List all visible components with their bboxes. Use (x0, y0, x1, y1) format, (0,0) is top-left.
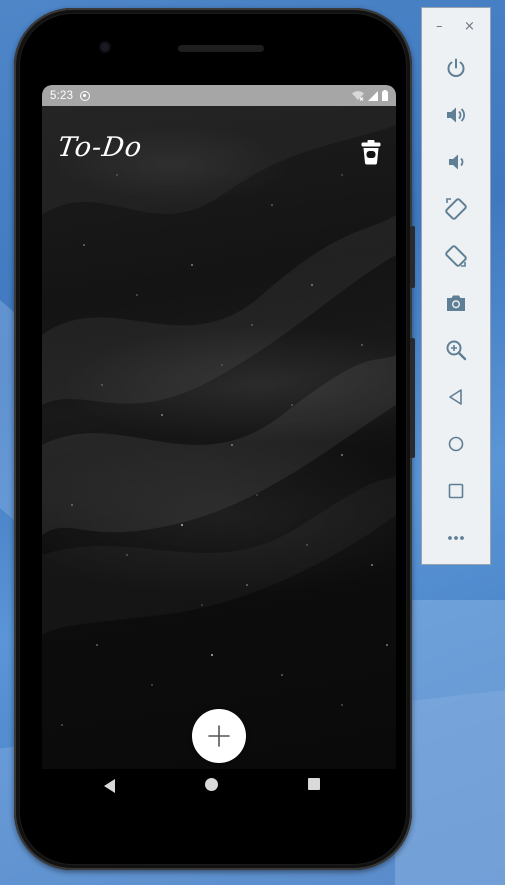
status-time: 5:23 (50, 89, 74, 102)
delete-all-button[interactable] (360, 139, 382, 165)
more-button[interactable] (444, 526, 468, 550)
camera-icon (447, 295, 465, 311)
front-camera (99, 41, 111, 53)
device-screen: 5:23 To-Do (42, 85, 396, 769)
back-triangle-icon (104, 779, 115, 793)
emulator-toolbar: – × (421, 7, 491, 565)
rotate-left-button[interactable] (444, 197, 468, 221)
volume-rocker (410, 226, 415, 288)
nav-recents-button[interactable] (308, 778, 320, 790)
power-icon (447, 58, 465, 77)
overview-icon (448, 483, 464, 499)
rotate-right-icon (445, 245, 467, 267)
plus-icon (208, 725, 230, 747)
power-button[interactable] (444, 56, 468, 80)
trash-icon (361, 140, 381, 165)
sand-dunes-wallpaper (42, 85, 396, 726)
more-icon (448, 536, 464, 540)
notification-app-icon (80, 90, 91, 101)
earpiece-speaker (178, 45, 264, 52)
screenshot-button[interactable] (444, 291, 468, 315)
back-button[interactable] (444, 385, 468, 409)
app-title: To-Do (55, 132, 145, 163)
close-button[interactable]: × (464, 20, 475, 33)
toolbar-window-controls: – × (422, 8, 490, 48)
volume-up-button[interactable] (444, 103, 468, 127)
home-icon (448, 436, 464, 452)
minimize-button[interactable]: – (436, 20, 443, 33)
status-bar: 5:23 (42, 85, 396, 106)
rotate-right-button[interactable] (444, 244, 468, 268)
android-navigation-bar (28, 764, 382, 806)
phone-bezel: 5:23 To-Do (20, 14, 406, 864)
volume-up-icon (447, 107, 466, 123)
nav-back-button[interactable] (103, 778, 117, 797)
emulator-phone-frame: 5:23 To-Do (14, 8, 415, 870)
battery-icon (382, 90, 388, 101)
power-side-button (410, 338, 415, 458)
rotate-left-icon (445, 198, 467, 220)
overview-button[interactable] (444, 479, 468, 503)
zoom-button[interactable] (444, 338, 468, 362)
status-indicators (352, 90, 388, 101)
volume-down-button[interactable] (444, 150, 468, 174)
nav-home-button[interactable] (205, 778, 218, 791)
add-task-button[interactable] (192, 709, 246, 763)
back-icon (449, 389, 462, 405)
cell-signal-icon (368, 90, 378, 101)
volume-down-icon (449, 154, 464, 170)
wifi-icon (352, 90, 364, 101)
home-button[interactable] (444, 432, 468, 456)
zoom-icon (446, 340, 467, 361)
